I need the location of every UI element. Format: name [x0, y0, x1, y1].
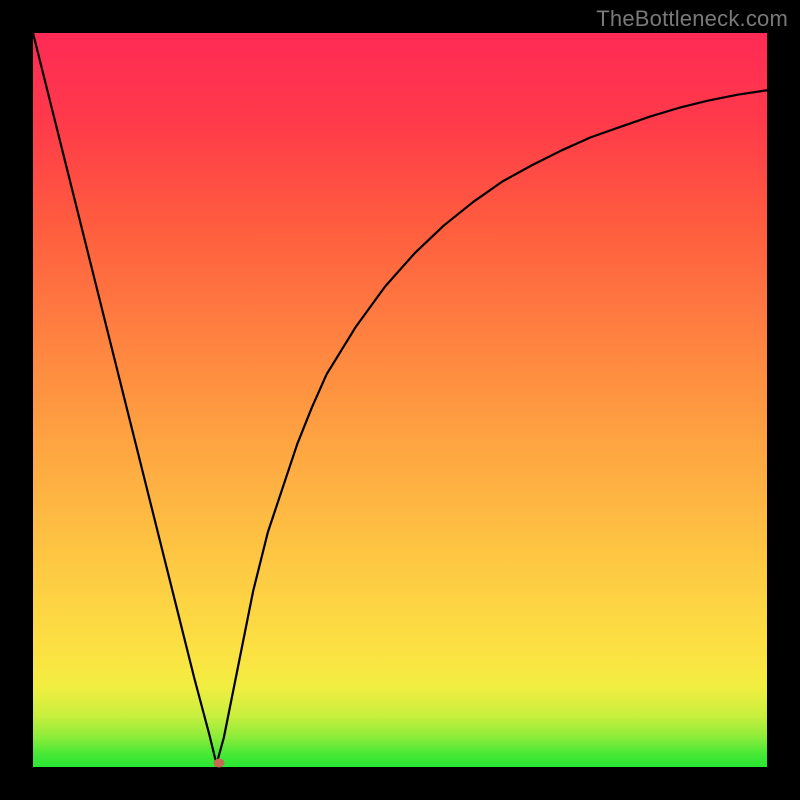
curve-svg	[33, 33, 767, 767]
plot-area	[33, 33, 767, 767]
minimum-marker	[214, 758, 225, 767]
watermark-text: TheBottleneck.com	[596, 6, 788, 32]
canvas: TheBottleneck.com	[0, 0, 800, 800]
bottleneck-curve	[33, 33, 767, 764]
